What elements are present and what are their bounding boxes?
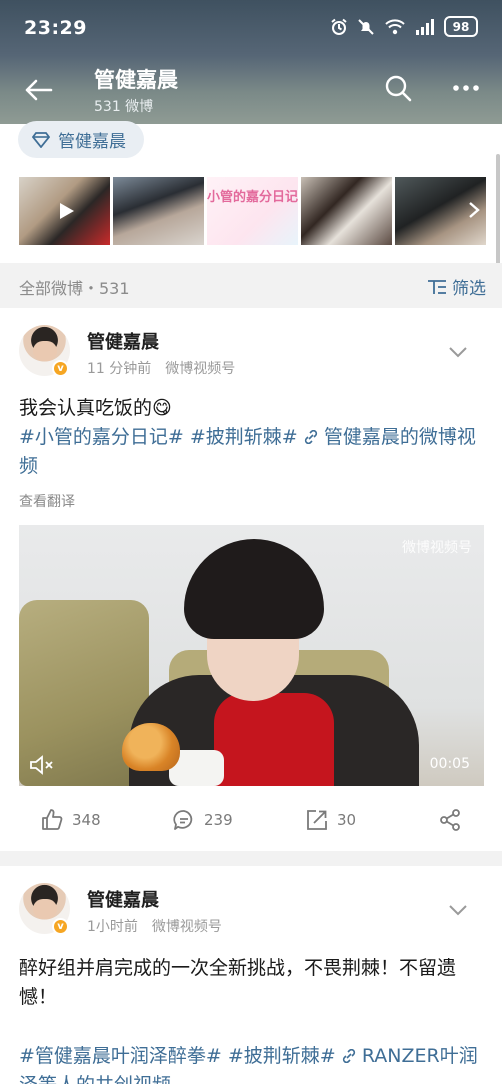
filter-icon bbox=[428, 279, 446, 294]
profile-tag-chip[interactable]: 管健嘉晨 bbox=[18, 121, 144, 158]
wifi-6-icon bbox=[385, 18, 405, 34]
nav-row: 管健嘉晨 531 微博 bbox=[0, 58, 502, 124]
like-count: 348 bbox=[72, 811, 101, 829]
media-thumbnail[interactable] bbox=[301, 177, 392, 245]
collection-title-art: 小管的嘉分日记 bbox=[207, 190, 298, 205]
profile-media-card: 管健嘉晨 小管的嘉分日记 bbox=[0, 121, 502, 263]
header-post-count: 531 微博 bbox=[94, 99, 154, 115]
search-button[interactable] bbox=[380, 70, 416, 106]
post-time: 11 分钟前 bbox=[87, 361, 152, 377]
comment-count: 239 bbox=[204, 811, 233, 829]
post-source: 微博视频号 bbox=[165, 361, 236, 377]
post-time: 1小时前 bbox=[87, 919, 138, 935]
all-posts-count: 全部微博・531 bbox=[19, 279, 130, 298]
mute-toggle-icon[interactable] bbox=[29, 754, 55, 776]
feed-filter-bar: 全部微博・531 筛选 bbox=[0, 263, 502, 308]
post-author[interactable]: 管健嘉晨 bbox=[87, 886, 159, 912]
hashtag-link[interactable]: #披荆斩棘# bbox=[190, 426, 298, 448]
feed-post[interactable]: v 管健嘉晨 1小时前 微博视频号 醉好组并肩完成的一次全新挑战，不畏荆棘！不留… bbox=[0, 866, 502, 1084]
media-thumbnail[interactable]: 小管的嘉分日记 bbox=[207, 177, 298, 245]
post-text-body: 我会认真吃饭的 bbox=[19, 397, 153, 419]
status-icons: 98 bbox=[330, 16, 478, 37]
translate-link[interactable]: 查看翻译 bbox=[19, 491, 75, 511]
verified-badge-icon: v bbox=[52, 918, 69, 935]
like-button[interactable]: 348 bbox=[40, 802, 101, 838]
hashtag-link[interactable]: #小管的嘉分日记# bbox=[19, 426, 184, 448]
post-source: 微博视频号 bbox=[151, 919, 222, 935]
video-player[interactable]: 微博视频号 00:05 bbox=[19, 525, 484, 786]
post-text: 我会认真吃饭的😋 #小管的嘉分日记# #披荆斩棘# 管健嘉晨的微博视频 bbox=[19, 394, 487, 481]
media-strip: 小管的嘉分日记 bbox=[19, 177, 486, 245]
post-meta: 11 分钟前 微博视频号 bbox=[87, 358, 235, 378]
more-button[interactable] bbox=[448, 72, 484, 104]
scrollbar[interactable] bbox=[496, 154, 500, 272]
weibo-profile-page: 23:29 98 管健嘉晨 531 微博 管健嘉晨 小管的嘉分日记 全部微博・5… bbox=[0, 0, 502, 1084]
profile-tag-label: 管健嘉晨 bbox=[58, 132, 126, 152]
video-watermark: 微博视频号 bbox=[402, 540, 472, 556]
repost-icon bbox=[307, 810, 327, 830]
filter-button[interactable]: 筛选 bbox=[427, 274, 486, 299]
more-dots-icon bbox=[453, 85, 479, 91]
feed-post[interactable]: v 管健嘉晨 11 分钟前 微博视频号 我会认真吃饭的😋 #小管的嘉分日记# #… bbox=[0, 308, 502, 851]
hashtag-link[interactable]: #披荆斩棘# bbox=[228, 1045, 336, 1067]
comment-button[interactable]: 239 bbox=[172, 802, 233, 838]
chevron-right-icon bbox=[469, 202, 480, 218]
video-duration: 00:05 bbox=[429, 756, 470, 772]
alarm-icon bbox=[331, 18, 347, 35]
profile-header: 23:29 98 管健嘉晨 531 微博 bbox=[0, 0, 502, 124]
comment-icon bbox=[173, 810, 193, 830]
verified-badge-icon: v bbox=[52, 360, 69, 377]
hashtag-link[interactable]: #管健嘉晨叶润泽醉拳# bbox=[19, 1045, 222, 1067]
link-icon bbox=[304, 429, 317, 445]
share-button[interactable] bbox=[438, 802, 462, 838]
chevron-down-icon[interactable] bbox=[448, 904, 468, 916]
signal-icon bbox=[416, 18, 434, 35]
play-icon bbox=[60, 203, 74, 219]
share-icon bbox=[440, 809, 460, 831]
header-profile-name: 管健嘉晨 bbox=[94, 68, 178, 92]
post-author[interactable]: 管健嘉晨 bbox=[87, 328, 159, 354]
diamond-icon bbox=[32, 131, 50, 148]
filter-label: 筛选 bbox=[452, 279, 486, 299]
post-links: #管健嘉晨叶润泽醉拳# #披荆斩棘# RANZER叶润泽等人的共创视频 bbox=[19, 1042, 487, 1084]
thumbs-up-icon bbox=[42, 809, 63, 830]
mute-icon bbox=[358, 18, 374, 35]
post-actions: 348 239 30 bbox=[0, 802, 502, 838]
back-button[interactable] bbox=[18, 70, 58, 110]
media-thumbnail[interactable] bbox=[395, 177, 486, 245]
emoji: 😋 bbox=[152, 397, 172, 419]
status-time: 23:29 bbox=[24, 17, 87, 39]
repost-button[interactable]: 30 bbox=[305, 802, 356, 838]
chevron-down-icon[interactable] bbox=[448, 346, 468, 358]
search-icon bbox=[385, 75, 412, 102]
media-thumbnail[interactable] bbox=[113, 177, 204, 245]
arrow-left-icon bbox=[25, 79, 53, 101]
media-thumbnail[interactable] bbox=[19, 177, 110, 245]
post-meta: 1小时前 微博视频号 bbox=[87, 916, 222, 936]
repost-count: 30 bbox=[337, 811, 357, 829]
status-bar: 23:29 98 bbox=[0, 0, 502, 58]
battery-icon: 98 bbox=[444, 16, 478, 37]
post-text-body: 醉好组并肩完成的一次全新挑战，不畏荆棘！不留遗憾！ bbox=[19, 957, 457, 1008]
link-icon bbox=[342, 1048, 355, 1064]
